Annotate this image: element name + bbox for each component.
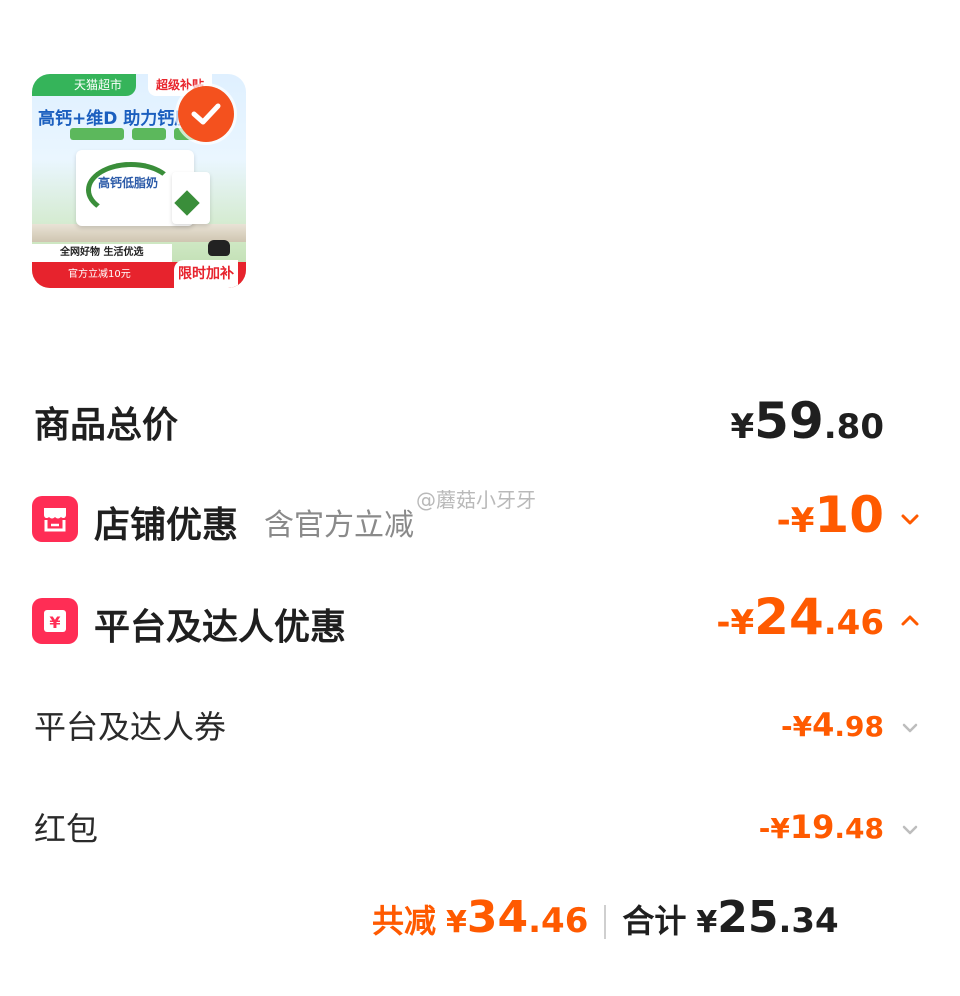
total-label: 合计: [622, 902, 687, 940]
feature-chip: [70, 128, 124, 140]
total-int: 25: [717, 892, 779, 943]
platform-coupon-amount[interactable]: -¥4.98: [781, 706, 884, 744]
promo-strip-left: 官方立减10元: [68, 269, 131, 280]
saved-label: 共减: [372, 902, 437, 940]
platform-discount-amount[interactable]: -¥24.46: [716, 588, 884, 646]
svg-text:¥: ¥: [49, 613, 60, 632]
saved-currency: ¥: [446, 905, 467, 940]
watermark: @蘑菇小牙牙: [416, 488, 536, 512]
coupon-icon: ¥: [32, 598, 78, 644]
divider: [604, 905, 607, 939]
chevron-down-icon[interactable]: [898, 818, 922, 842]
goods-total-amount: ¥59.80: [730, 392, 885, 450]
shop-discount-amount[interactable]: -¥10: [777, 486, 884, 544]
total-dec: .34: [778, 901, 839, 941]
shop-icon: [32, 496, 78, 542]
platform-coupon-label: 平台及达人券: [34, 708, 227, 746]
total-currency: ¥: [696, 905, 718, 940]
product-headline: 高钙+维D 助力钙质: [38, 109, 192, 129]
promo-strip-right: 限时加补: [174, 260, 238, 288]
saved-dec: .46: [528, 901, 589, 941]
tmall-supermarket-tag: 天猫超市: [32, 74, 137, 96]
milk-box-name: 高钙低脂奶: [98, 176, 159, 190]
goods-total-label: 商品总价: [34, 405, 179, 446]
saved-int: 34: [466, 892, 529, 943]
feature-chip: [132, 128, 166, 140]
platform-discount-label[interactable]: 平台及达人优惠: [94, 598, 346, 650]
promo-strip: 官方立减10元 限时加补: [32, 260, 246, 288]
red-packet-label: 红包: [34, 810, 99, 848]
shop-discount-label[interactable]: 店铺优惠: [94, 496, 238, 548]
milk-box-small: [172, 172, 210, 224]
chevron-down-icon[interactable]: [898, 508, 922, 532]
chevron-up-icon[interactable]: [898, 608, 922, 632]
chevron-down-icon[interactable]: [898, 716, 922, 740]
order-total-bar: 共减 ¥ 34 .46 合计 ¥ 25 .34: [372, 892, 839, 952]
shop-discount-note: 含官方立减: [264, 508, 414, 543]
tmall-cat-icon: [208, 240, 230, 256]
slogan-strip: 全网好物 生活优选: [32, 244, 172, 262]
red-packet-amount[interactable]: -¥19.48: [759, 808, 884, 846]
selected-check-icon[interactable]: [178, 86, 234, 142]
